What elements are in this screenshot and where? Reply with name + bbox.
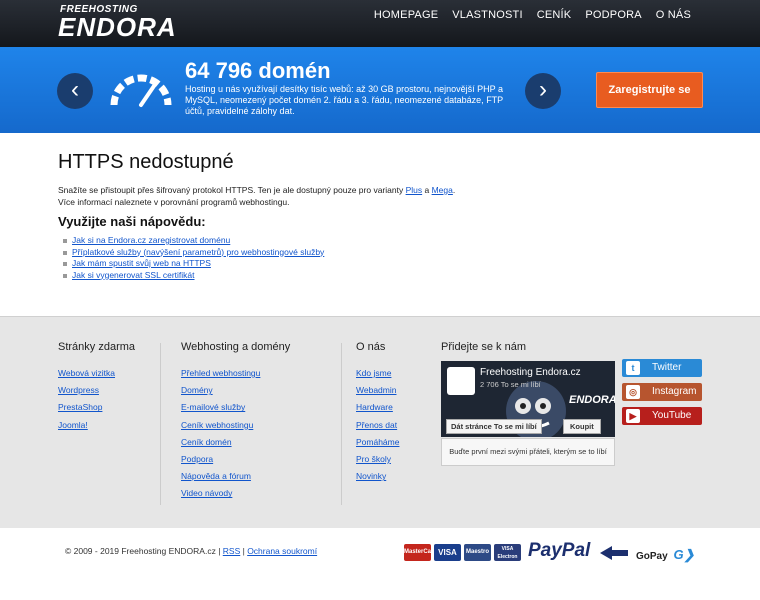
rss-link[interactable]: RSS <box>223 546 240 556</box>
page-title: HTTPS nedostupné <box>58 151 234 173</box>
facebook-like-count: 2 706 To se mi líbí <box>480 380 541 389</box>
privacy-link[interactable]: Ochrana soukromí <box>247 546 317 556</box>
footer-link[interactable]: Pro školy <box>356 451 399 468</box>
footer-link[interactable]: Nápověda a fórum <box>181 468 290 485</box>
plus-link[interactable]: Plus <box>406 185 423 195</box>
instagram-icon: ◎ <box>626 385 640 399</box>
register-button[interactable]: Zaregistrujte se <box>596 72 703 108</box>
nav-o-nas[interactable]: O NÁS <box>649 9 698 21</box>
youtube-button[interactable]: ▶ YouTube <box>622 407 702 425</box>
gopay-icon: G❯ <box>673 547 695 562</box>
svg-text:ENDORA: ENDORA <box>569 394 615 406</box>
paypal-logo: PayPal <box>528 540 591 561</box>
footer-link[interactable]: Webadmin <box>356 382 399 399</box>
main-nav: HOMEPAGE VLASTNOSTI CENÍK PODPORA O NÁS <box>367 9 698 21</box>
divider <box>341 343 342 505</box>
footer-col-free-pages: Stránky zdarma Webová vizitka Wordpress … <box>58 341 135 434</box>
https-message: Snažíte se přistoupit přes šifrovaný pro… <box>58 184 698 196</box>
visa-icon: VISA <box>434 544 461 561</box>
nav-podpora[interactable]: PODPORA <box>578 9 648 21</box>
footer-link[interactable]: Joomla! <box>58 417 135 434</box>
footer-link[interactable]: E-mailové služby <box>181 399 290 416</box>
help-link-ssl[interactable]: Jak si vygenerovat SSL certifikát <box>72 270 195 280</box>
twitter-button[interactable]: t Twitter <box>622 359 702 377</box>
footer-link[interactable]: Přenos dat <box>356 417 399 434</box>
nav-vlastnosti[interactable]: VLASTNOSTI <box>445 9 529 21</box>
chevron-right-icon[interactable]: › <box>525 73 561 109</box>
footer-col-about: O nás Kdo jsme Webadmin Hardware Přenos … <box>356 341 399 485</box>
facebook-buy-button[interactable]: Koupit <box>563 419 601 434</box>
help-title: Využijte naši nápovědu: <box>58 214 206 229</box>
footer: Stránky zdarma Webová vizitka Wordpress … <box>0 316 760 528</box>
list-item: Jak si na Endora.cz zaregistrovat doménu <box>63 235 698 247</box>
main-content: HTTPS nedostupné Snažíte se přistoupit p… <box>58 151 698 281</box>
footer-col-title: Webhosting a domény <box>181 341 291 353</box>
facebook-like-button[interactable]: Dát stránce To se mi líbí <box>446 419 542 434</box>
help-link-extra-services[interactable]: Příplatkové služby (navýšení parametrů) … <box>72 247 324 257</box>
footer-link[interactable]: Hardware <box>356 399 399 416</box>
footer-link[interactable]: Podpora <box>181 451 290 468</box>
domain-count-title: 64 796 domén <box>185 58 331 83</box>
instagram-label: Instagram <box>652 386 697 397</box>
youtube-label: YouTube <box>652 410 692 421</box>
footer-col-title: Stránky zdarma <box>58 341 136 353</box>
help-link-https[interactable]: Jak mám spustit svůj web na HTTPS <box>72 258 211 268</box>
mastercard-icon: MasterCard <box>404 544 437 561</box>
twitter-icon: t <box>626 361 640 375</box>
msg-text: Snažíte se přistoupit přes šifrovaný pro… <box>58 185 406 195</box>
gopay-logo: GoPay G❯ <box>636 547 694 563</box>
footer-link[interactable]: Novinky <box>356 468 399 485</box>
maestro-icon: Maestro <box>464 544 491 561</box>
gopay-label: GoPay <box>636 551 668 562</box>
footer-link[interactable]: Ceník domén <box>181 434 290 451</box>
top-header: FREEHOSTING ENDORA HOMEPAGE VLASTNOSTI C… <box>0 0 760 47</box>
banner-description: Hosting u nás využívají desítky tisíc we… <box>185 84 504 116</box>
list-item: Jak mám spustit svůj web na HTTPS <box>63 258 698 270</box>
instagram-button[interactable]: ◎ Instagram <box>622 383 702 401</box>
bank-transfer-icon <box>600 546 628 560</box>
facebook-page-widget[interactable]: ENDORA Freehosting Endora.cz 2 706 To se… <box>441 361 615 437</box>
help-list: Jak si na Endora.cz zaregistrovat doménu… <box>58 235 698 281</box>
footer-col-title: O nás <box>356 341 386 353</box>
list-item: Příplatkové služby (navýšení parametrů) … <box>63 247 698 259</box>
bottom-bar: © 2009 - 2019 Freehosting ENDORA.cz | RS… <box>0 528 760 600</box>
visa-electron-icon: VISA Electron <box>494 544 521 561</box>
footer-link[interactable]: Pomáháme <box>356 434 399 451</box>
copyright: © 2009 - 2019 Freehosting ENDORA.cz | RS… <box>65 546 317 556</box>
footer-link[interactable]: Přehled webhostingu <box>181 365 290 382</box>
divider <box>160 343 161 505</box>
footer-link[interactable]: Ceník webhostingu <box>181 417 290 434</box>
footer-link[interactable]: Video návody <box>181 485 290 502</box>
footer-link[interactable]: Kdo jsme <box>356 365 399 382</box>
footer-col-title: Přidejte se k nám <box>441 341 526 353</box>
nav-homepage[interactable]: HOMEPAGE <box>367 9 445 21</box>
footer-link[interactable]: Domény <box>181 382 290 399</box>
msg-and: a <box>422 185 432 195</box>
more-info-text: Více informací naleznete v porovnání pro… <box>58 197 290 207</box>
footer-col-webhosting: Webhosting a domény Přehled webhostingu … <box>181 341 290 503</box>
list-item: Jak si vygenerovat SSL certifikát <box>63 270 698 282</box>
chevron-left-icon[interactable]: ‹ <box>57 73 93 109</box>
youtube-icon: ▶ <box>626 409 640 423</box>
copyright-text: © 2009 - 2019 Freehosting ENDORA.cz | <box>65 546 223 556</box>
endora-logo[interactable]: FREEHOSTING ENDORA <box>58 4 198 46</box>
logo-big-text: ENDORA <box>58 12 177 42</box>
speedometer-icon <box>110 74 172 107</box>
facebook-page-name[interactable]: Freehosting Endora.cz <box>480 367 581 378</box>
footer-link[interactable]: Wordpress <box>58 382 135 399</box>
mega-link[interactable]: Mega <box>432 185 453 195</box>
nav-cenik[interactable]: CENÍK <box>530 9 579 21</box>
facebook-friends-text: Buďte první mezi svými přáteli, kterým s… <box>441 438 615 466</box>
facebook-avatar <box>447 367 475 395</box>
twitter-label: Twitter <box>652 362 682 373</box>
footer-link[interactable]: PrestaShop <box>58 399 135 416</box>
msg-end: . <box>452 185 456 195</box>
promo-banner: ‹ 64 796 domén Hosting u nás využívají d… <box>0 47 760 133</box>
help-link-register-domain[interactable]: Jak si na Endora.cz zaregistrovat doménu <box>72 235 230 245</box>
footer-link[interactable]: Webová vizitka <box>58 365 135 382</box>
